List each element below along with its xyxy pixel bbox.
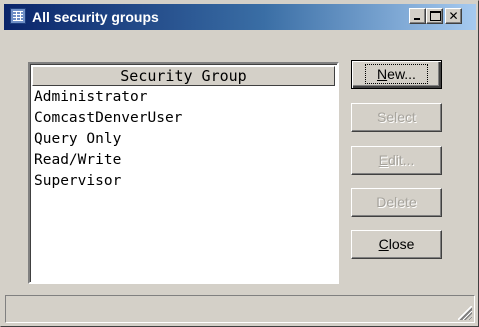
close-icon: ✕ bbox=[448, 9, 459, 23]
grid-icon[interactable] bbox=[10, 8, 26, 24]
select-button[interactable]: Select bbox=[351, 103, 442, 132]
maximize-button[interactable] bbox=[426, 8, 443, 24]
delete-button[interactable]: Delete bbox=[351, 188, 442, 217]
select-button-label: Select bbox=[377, 109, 416, 125]
close-window-button[interactable]: ✕ bbox=[445, 8, 462, 24]
list-item-administrator[interactable]: Administrator bbox=[34, 87, 182, 108]
new-button[interactable]: New... bbox=[351, 60, 442, 89]
status-bar bbox=[5, 295, 475, 323]
title-bar[interactable]: All security groups ✕ bbox=[4, 4, 476, 30]
window-title: All security groups bbox=[32, 9, 159, 25]
minimize-button[interactable] bbox=[409, 8, 426, 24]
resize-grip-icon[interactable] bbox=[458, 306, 472, 320]
edit-button[interactable]: Edit... bbox=[351, 146, 442, 175]
delete-button-label: Delete bbox=[376, 194, 417, 210]
column-header-security-group[interactable]: Security Group bbox=[32, 66, 335, 86]
security-group-items: Administrator ComcastDenverUser Query On… bbox=[34, 87, 182, 192]
list-item-read-write[interactable]: Read/Write bbox=[34, 150, 182, 171]
list-item-query-only[interactable]: Query Only bbox=[34, 129, 182, 150]
new-button-label: New... bbox=[365, 64, 428, 84]
list-item-supervisor[interactable]: Supervisor bbox=[34, 171, 182, 192]
edit-button-label: Edit... bbox=[378, 152, 415, 168]
close-button[interactable]: Close bbox=[351, 230, 442, 259]
security-group-list[interactable]: Security Group Administrator ComcastDenv… bbox=[28, 62, 339, 284]
security-groups-window: All security groups ✕ Security Group Adm… bbox=[0, 0, 479, 327]
list-item-comcastdenveruser[interactable]: ComcastDenverUser bbox=[34, 108, 182, 129]
close-button-label: Close bbox=[378, 236, 415, 252]
